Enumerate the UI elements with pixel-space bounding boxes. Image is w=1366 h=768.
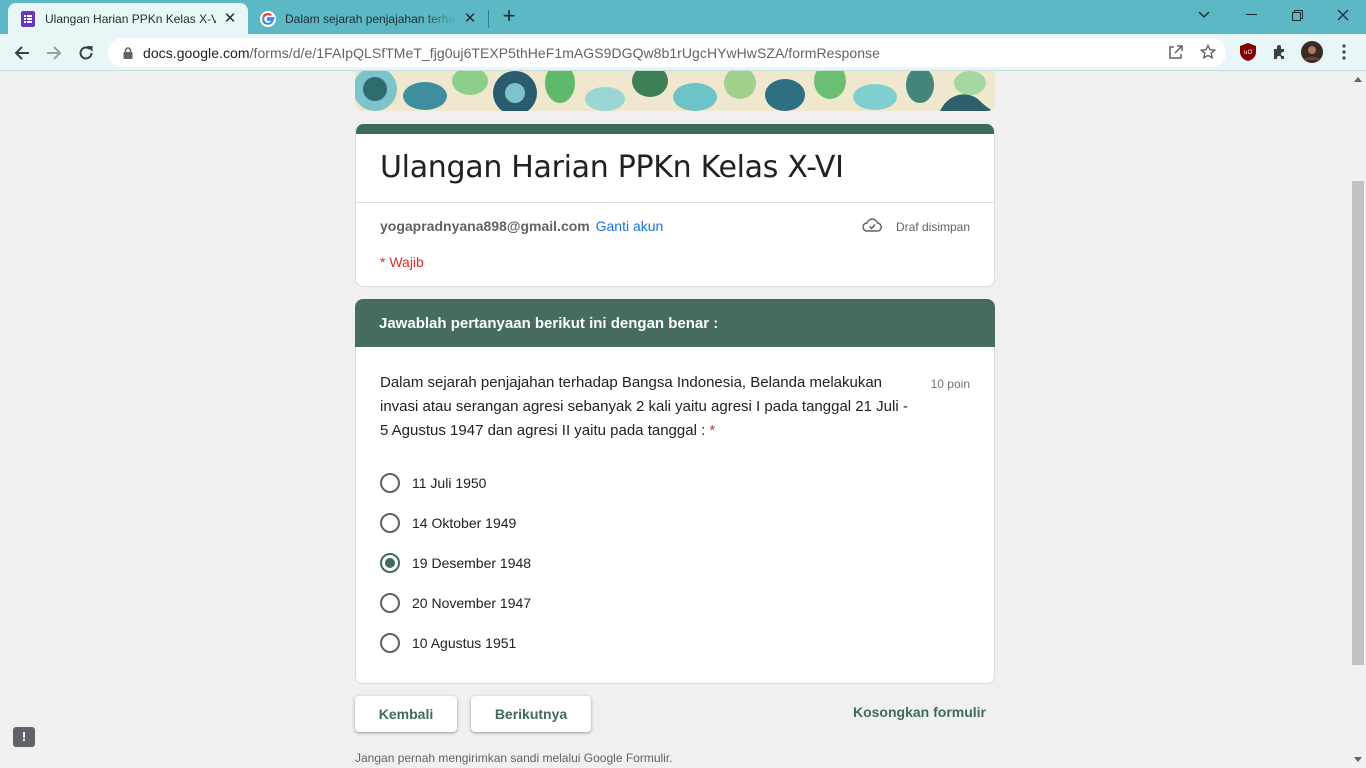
browser-toolbar: docs.google.com/forms/d/e/1FAIpQLSfTMeT_… bbox=[0, 34, 1366, 71]
page-scrollbar[interactable] bbox=[1350, 71, 1366, 768]
question-text: Dalam sejarah penjajahan terhadap Bangsa… bbox=[380, 371, 920, 443]
tab-forms[interactable]: Ulangan Harian PPKn Kelas X-VI ✕ bbox=[8, 3, 248, 34]
option-label: 20 November 1947 bbox=[412, 595, 532, 611]
radio-button-selected[interactable] bbox=[380, 553, 400, 573]
restore-icon[interactable] bbox=[1274, 0, 1320, 30]
section-header: Jawablah pertanyaan berikut ini dengan b… bbox=[355, 299, 995, 347]
url-host: docs.google.com bbox=[143, 44, 250, 61]
tab-search-chevron-icon[interactable] bbox=[1181, 0, 1227, 30]
extensions-puzzle-icon[interactable] bbox=[1270, 42, 1290, 62]
answer-option-selected[interactable]: 19 Desember 1948 bbox=[380, 543, 531, 583]
form-header-image bbox=[355, 71, 995, 111]
question-points: 10 poin bbox=[930, 377, 970, 391]
lock-icon[interactable] bbox=[121, 46, 135, 60]
back-button[interactable]: Kembali bbox=[355, 696, 457, 732]
report-problem-icon[interactable]: ! bbox=[13, 727, 35, 747]
close-tab-icon[interactable]: ✕ bbox=[462, 10, 478, 27]
answer-option[interactable]: 20 November 1947 bbox=[380, 583, 531, 623]
scroll-down-arrow-icon[interactable] bbox=[1354, 757, 1362, 762]
close-tab-icon[interactable]: ✕ bbox=[222, 10, 238, 27]
question-card: Dalam sejarah penjajahan terhadap Bangsa… bbox=[355, 347, 995, 684]
radio-button[interactable] bbox=[380, 513, 400, 533]
draft-status-text: Draf disimpan bbox=[895, 219, 970, 234]
scroll-up-arrow-icon[interactable] bbox=[1354, 77, 1362, 82]
url-text: docs.google.com/forms/d/e/1FAIpQLSfTMeT_… bbox=[143, 45, 880, 61]
account-row: yogapradnyana898@gmail.com Ganti akun Dr… bbox=[356, 203, 994, 234]
switch-account-link[interactable]: Ganti akun bbox=[596, 218, 664, 234]
required-asterisk: * bbox=[709, 422, 716, 439]
bookmark-star-icon[interactable] bbox=[1198, 42, 1218, 62]
answer-options: 11 Juli 1950 14 Oktober 1949 19 Desember… bbox=[380, 463, 531, 663]
new-tab-icon[interactable]: + bbox=[497, 5, 521, 29]
answer-option[interactable]: 11 Juli 1950 bbox=[380, 463, 531, 503]
forward-arrow-icon[interactable] bbox=[40, 39, 68, 67]
ublock-icon[interactable]: uO bbox=[1238, 42, 1258, 62]
minimize-icon[interactable] bbox=[1228, 0, 1274, 30]
address-bar[interactable]: docs.google.com/forms/d/e/1FAIpQLSfTMeT_… bbox=[108, 38, 1226, 67]
account-email: yogapradnyana898@gmail.com bbox=[380, 218, 590, 234]
option-label: 14 Oktober 1949 bbox=[412, 515, 517, 531]
back-arrow-icon[interactable] bbox=[8, 39, 36, 67]
profile-avatar[interactable] bbox=[1301, 41, 1323, 63]
answer-option[interactable]: 10 Agustus 1951 bbox=[380, 623, 531, 663]
google-forms-icon bbox=[20, 10, 36, 27]
clear-form-button[interactable]: Kosongkan formulir bbox=[853, 704, 986, 720]
answer-option[interactable]: 14 Oktober 1949 bbox=[380, 503, 531, 543]
form-title-card: Ulangan Harian PPKn Kelas X-VI yogapradn… bbox=[355, 124, 995, 287]
cloud-saved-icon bbox=[862, 218, 882, 235]
page-viewport: Ulangan Harian PPKn Kelas X-VI yogapradn… bbox=[0, 71, 1350, 768]
browser-menu-icon[interactable] bbox=[1334, 42, 1354, 62]
url-path: /forms/d/e/1FAIpQLSfTMeT_fjg0uj6TEXP5thH… bbox=[249, 44, 880, 61]
theme-accent-bar bbox=[356, 124, 994, 134]
next-button[interactable]: Berikutnya bbox=[471, 696, 591, 732]
option-label: 19 Desember 1948 bbox=[412, 555, 532, 571]
svg-text:uO: uO bbox=[1244, 49, 1253, 56]
tab-title: Dalam sejarah penjajahan terhadap bbox=[285, 11, 456, 26]
tab-search[interactable]: Dalam sejarah penjajahan terhadap ✕ bbox=[248, 3, 488, 34]
browser-tab-strip: Ulangan Harian PPKn Kelas X-VI ✕ Dalam s… bbox=[0, 0, 1366, 34]
tab-title: Ulangan Harian PPKn Kelas X-VI bbox=[45, 11, 216, 26]
close-window-icon[interactable] bbox=[1320, 0, 1366, 30]
option-label: 10 Agustus 1951 bbox=[412, 635, 517, 651]
google-g-icon bbox=[260, 10, 276, 27]
scrollbar-thumb[interactable] bbox=[1352, 181, 1364, 665]
radio-button[interactable] bbox=[380, 633, 400, 653]
radio-button[interactable] bbox=[380, 593, 400, 613]
option-label: 11 Juli 1950 bbox=[412, 475, 487, 491]
password-warning: Jangan pernah mengirimkan sandi melalui … bbox=[355, 751, 673, 765]
draft-status: Draf disimpan bbox=[862, 218, 970, 235]
radio-button[interactable] bbox=[380, 473, 400, 493]
tab-divider bbox=[488, 10, 489, 28]
share-icon[interactable] bbox=[1166, 42, 1186, 62]
reload-icon[interactable] bbox=[72, 39, 100, 67]
required-note: * Wajib bbox=[380, 254, 424, 270]
form-title: Ulangan Harian PPKn Kelas X-VI bbox=[380, 150, 844, 185]
question-body: Dalam sejarah penjajahan terhadap Bangsa… bbox=[380, 374, 908, 439]
